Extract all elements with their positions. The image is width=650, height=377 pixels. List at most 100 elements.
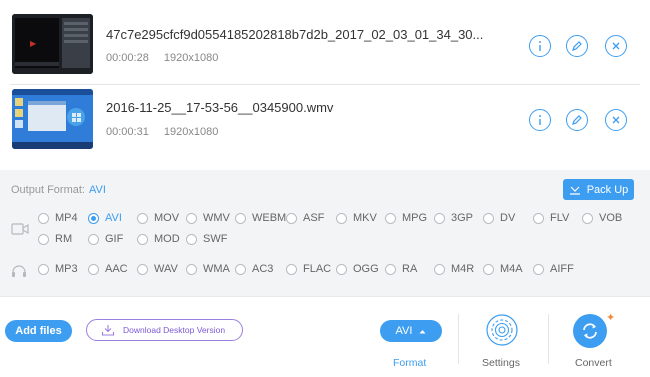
download-desktop-button[interactable]: Download Desktop Version [86,319,243,341]
format-option-mp3[interactable]: MP3 [38,263,78,275]
radio-button[interactable] [336,263,347,275]
radio-button[interactable] [286,212,297,224]
radio-button[interactable] [434,212,445,224]
format-option-label: AAC [105,263,128,275]
file-duration: 00:00:31 [106,126,149,138]
radio-button[interactable] [137,233,148,245]
info-button[interactable] [529,35,551,57]
pack-up-button[interactable]: Pack Up [563,179,634,200]
format-option-label: MP3 [55,263,78,275]
radio-button[interactable] [533,263,544,275]
radio-button[interactable] [38,233,49,245]
radio-button[interactable] [483,263,494,275]
format-option-label: AIFF [550,263,574,275]
file-resolution: 1920x1080 [163,52,219,64]
file-name: 2016-11-25__17-53-56__0345900.wmv [106,100,334,115]
radio-button[interactable] [286,263,297,275]
remove-button[interactable] [605,109,627,131]
format-option-wav[interactable]: WAV [137,263,178,275]
radio-button[interactable] [235,212,246,224]
radio-button[interactable] [336,212,347,224]
download-label: Download Desktop Version [123,325,226,335]
format-option-3gp[interactable]: 3GP [434,212,473,224]
format-option-swf[interactable]: SWF [186,233,227,245]
audio-category-icon [11,264,27,283]
format-option-label: WAV [154,263,178,275]
file-name: 47c7e295cfcf9d0554185202818b7d2b_2017_02… [106,27,484,42]
download-icon [101,325,115,336]
radio-button[interactable] [533,212,544,224]
format-option-label: MOV [154,212,180,224]
svg-text:▶: ▶ [30,39,37,48]
format-option-m4a[interactable]: M4A [483,263,523,275]
add-files-button[interactable]: Add files [5,320,72,342]
remove-button[interactable] [605,35,627,57]
format-option-aiff[interactable]: AIFF [533,263,574,275]
format-option-ra[interactable]: RA [385,263,417,275]
format-option-label: MPG [402,212,428,224]
format-option-mov[interactable]: MOV [137,212,179,224]
radio-button[interactable] [434,263,445,275]
format-option-aac[interactable]: AAC [88,263,128,275]
radio-button[interactable] [88,212,99,224]
format-option-mkv[interactable]: MKV [336,212,377,224]
format-option-wma[interactable]: WMA [186,263,230,275]
radio-button[interactable] [385,212,396,224]
format-option-flv[interactable]: FLV [533,212,569,224]
format-option-rm[interactable]: RM [38,233,72,245]
radio-button[interactable] [88,233,99,245]
format-option-dv[interactable]: DV [483,212,515,224]
format-option-asf[interactable]: ASF [286,212,324,224]
format-option-label: FLAC [303,263,332,275]
file-list: ▶ 47c7e295cfcf9d0554185202818b7d2b_2017_… [0,0,650,170]
divider [548,314,549,364]
format-option-label: OGG [353,263,379,275]
edit-button[interactable] [566,109,588,131]
radio-button[interactable] [186,212,197,224]
format-option-label: SWF [203,233,228,245]
format-option-mpg[interactable]: MPG [385,212,427,224]
format-option-mod[interactable]: MOD [137,233,180,245]
radio-button[interactable] [38,263,49,275]
format-label[interactable]: Format [393,357,426,369]
radio-button[interactable] [235,263,246,275]
format-option-wmv[interactable]: WMV [186,212,230,224]
format-option-label: AVI [105,212,122,224]
radio-button[interactable] [186,233,197,245]
format-select-button[interactable]: AVI [380,320,442,342]
format-option-webm[interactable]: WEBM [235,212,286,224]
radio-button[interactable] [38,212,49,224]
format-option-m4r[interactable]: M4R [434,263,474,275]
format-option-vob[interactable]: VOB [582,212,622,224]
output-format-label: Output Format: AVI [11,184,106,196]
format-option-ac3[interactable]: AC3 [235,263,273,275]
radio-button[interactable] [385,263,396,275]
format-option-mp4[interactable]: MP4 [38,212,78,224]
format-option-gif[interactable]: GIF [88,233,123,245]
radio-button[interactable] [582,212,593,224]
radio-button[interactable] [137,212,148,224]
settings-button[interactable] [486,314,518,346]
radio-button[interactable] [137,263,148,275]
format-option-label: VOB [599,212,623,224]
format-option-label: DV [500,212,516,224]
format-option-ogg[interactable]: OGG [336,263,379,275]
format-option-label: GIF [105,233,124,245]
file-row: 2016-11-25__17-53-56__0345900.wmv 00:00:… [0,80,650,160]
pencil-icon [572,41,582,51]
format-option-label: WMA [203,263,230,275]
radio-button[interactable] [88,263,99,275]
video-category-icon [11,222,29,240]
radio-button[interactable] [483,212,494,224]
edit-button[interactable] [566,35,588,57]
convert-button[interactable] [573,314,607,348]
info-button[interactable] [529,109,551,131]
convert-label[interactable]: Convert [575,357,612,369]
format-option-flac[interactable]: FLAC [286,263,331,275]
collapse-icon [569,186,580,195]
format-option-avi[interactable]: AVI [88,212,122,224]
radio-button[interactable] [186,263,197,275]
format-option-label: 3GP [451,212,474,224]
settings-label[interactable]: Settings [482,357,520,369]
file-duration: 00:00:28 [106,52,149,64]
